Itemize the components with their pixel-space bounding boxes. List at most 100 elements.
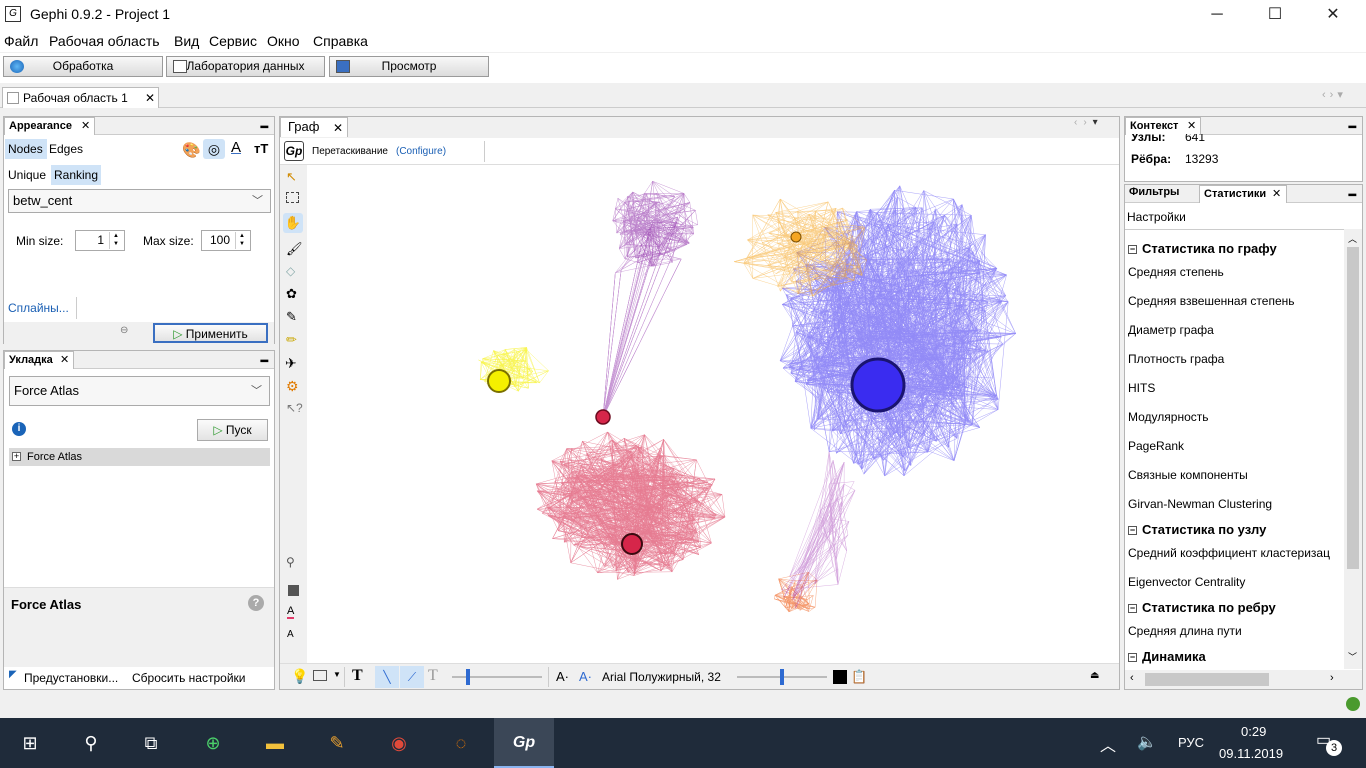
statistics-minimize[interactable]: ━ [1349, 188, 1356, 202]
min-size-spinner[interactable]: 1 ▲ ▼ [75, 230, 125, 251]
overview-mode-button[interactable]: Обработка [3, 56, 163, 77]
chevron-right-icon[interactable]: › [1330, 672, 1334, 684]
link-icon[interactable]: ⊖ [120, 325, 128, 336]
graph-nav-arrows[interactable]: ‹›▾ [1074, 117, 1104, 128]
info-icon[interactable]: i [12, 422, 26, 436]
attribute-select[interactable]: betw_cent ﹀ [8, 189, 271, 213]
graph-tab[interactable]: Граф ✕ [280, 117, 348, 137]
appearance-close[interactable]: ✕ [81, 118, 90, 134]
edge-scale-slider-thumb[interactable] [466, 669, 470, 685]
appearance-minimize[interactable]: ━ [261, 120, 268, 134]
chevron-up-icon[interactable]: ︿ [1100, 732, 1116, 756]
appearance-tab[interactable]: Appearance ✕ [4, 117, 95, 135]
language-indicator[interactable]: РУС [1178, 735, 1204, 750]
stat-pagerank[interactable]: PageRank [1128, 439, 1184, 453]
collapse-icon[interactable]: − [1128, 526, 1137, 535]
data-lab-mode-button[interactable]: Лаборатория данных [166, 56, 325, 77]
context-tab[interactable]: Контекст ✕ [1125, 117, 1201, 135]
menu-window[interactable]: Окно [267, 33, 300, 49]
chrome-icon[interactable]: ◉ [386, 730, 412, 756]
chevron-down-icon[interactable]: ﹀ [1348, 650, 1357, 663]
horizontal-scrollbar[interactable]: ‹ › [1125, 670, 1362, 689]
chevron-up-icon[interactable]: ︿ [1348, 232, 1357, 245]
font-selector[interactable]: Arial Полужирный, 32 [602, 670, 721, 684]
zoom-icon[interactable]: ⚲ [286, 555, 295, 569]
presets-button[interactable]: Предустановки... [24, 671, 118, 685]
drag-hand-icon[interactable]: ✋ [283, 213, 303, 233]
font-size-increase-icon[interactable]: A· [579, 669, 592, 684]
font-size-decrease-icon[interactable]: A· [556, 669, 569, 684]
menu-view[interactable]: Вид [174, 33, 199, 49]
edges-tab[interactable]: Edges [49, 139, 83, 159]
statistics-settings-link[interactable]: Настройки [1127, 210, 1186, 224]
stat-density[interactable]: Плотность графа [1128, 352, 1224, 366]
yellow-node[interactable] [487, 369, 511, 393]
layout-minimize[interactable]: ━ [261, 354, 268, 368]
max-size-spinner[interactable]: 100 ▲ ▼ [201, 230, 251, 251]
statistics-close[interactable]: ✕ [1272, 186, 1281, 202]
horizontal-scrollbar-thumb[interactable] [1145, 673, 1269, 686]
gephi-taskbar-button[interactable]: Gp [494, 718, 554, 768]
statistics-scrollbar[interactable]: ︿ ﹀ [1344, 229, 1362, 669]
edge-color-icon[interactable]: ⟋ [400, 666, 424, 688]
clock-time[interactable]: 0:29 [1241, 724, 1266, 739]
lightbulb-icon[interactable]: 💡 [291, 668, 308, 685]
collapse-icon[interactable]: − [1128, 653, 1137, 662]
menu-workspace[interactable]: Рабочая область [49, 33, 160, 49]
dynamics-section[interactable]: − Динамика [1128, 649, 1206, 664]
layout-tab[interactable]: Укладка ✕ [4, 351, 74, 369]
font-size-slider-thumb[interactable] [780, 669, 784, 685]
maximize-button[interactable]: ☐ [1252, 0, 1298, 30]
graph-stats-section[interactable]: − Статистика по графу [1128, 241, 1277, 256]
collapse-icon[interactable]: − [1128, 604, 1137, 613]
rect-select-icon[interactable] [286, 192, 299, 203]
gear-icon[interactable]: ⚙ [286, 378, 299, 395]
clock-date[interactable]: 09.11.2019 [1219, 746, 1283, 761]
statistics-tab[interactable]: Статистики ✕ [1199, 185, 1287, 203]
reset-settings-button[interactable]: Сбросить настройки [132, 671, 245, 685]
stat-average-degree[interactable]: Средняя степень [1128, 265, 1224, 279]
palette-icon[interactable]: 🎨 [182, 141, 201, 159]
label-color-swatch[interactable] [833, 670, 847, 684]
file-explorer-icon[interactable]: ▬ [262, 730, 288, 756]
color-wheel-icon[interactable]: ✿ [286, 286, 297, 302]
pointer-icon[interactable]: ↖ [286, 169, 297, 185]
edge-stats-section[interactable]: − Статистика по ребру [1128, 600, 1276, 615]
filters-tab[interactable]: Фильтры [1129, 186, 1179, 198]
edge-line-icon[interactable]: ╲ [375, 666, 399, 688]
context-close[interactable]: ✕ [1187, 118, 1196, 134]
node-stats-section[interactable]: − Статистика по узлу [1128, 522, 1266, 537]
windows-start-icon[interactable]: ⊞ [17, 730, 43, 756]
label-font-icon[interactable]: A [287, 629, 294, 640]
red-hub-node[interactable] [595, 409, 611, 425]
workspace-tab[interactable]: Рабочая область 1 ✕ [2, 87, 159, 108]
minimize-button[interactable]: ─ [1194, 0, 1240, 30]
jupyter-icon[interactable]: ◌ [448, 730, 474, 756]
stat-clustering-coefficient[interactable]: Средний коэффициент кластеризац [1128, 546, 1342, 560]
ranking-tab[interactable]: Ranking [51, 165, 101, 185]
unique-tab[interactable]: Unique [5, 165, 46, 185]
task-view-icon[interactable]: ⧉ [138, 730, 164, 756]
collapse-icon[interactable]: − [1128, 245, 1137, 254]
red-node[interactable] [621, 533, 643, 555]
download-app-icon[interactable]: ⊕ [200, 730, 226, 756]
stat-weighted-degree[interactable]: Средняя взвешенная степень [1128, 294, 1295, 308]
apply-button[interactable]: ▷ Применить [153, 323, 268, 343]
background-color-icon[interactable] [288, 585, 299, 596]
search-icon[interactable]: ⚲ [78, 730, 104, 756]
large-blue-node[interactable] [850, 357, 906, 413]
label-color-a-icon[interactable]: A [287, 605, 295, 619]
volume-icon[interactable]: 🔈 [1137, 732, 1157, 752]
stat-connected-components[interactable]: Связные компоненты [1128, 468, 1248, 482]
stat-avg-path-length[interactable]: Средняя длина пути [1128, 624, 1242, 638]
network-graph[interactable] [307, 165, 1119, 663]
close-window-button[interactable]: ✕ [1310, 0, 1356, 30]
label-size-icon[interactable]: тT [254, 141, 268, 156]
gephi-select-icon[interactable]: Gp [284, 141, 304, 161]
spinner-arrows-icon[interactable]: ▲ ▼ [235, 232, 248, 249]
graph-canvas[interactable] [307, 165, 1119, 663]
context-minimize[interactable]: ━ [1349, 120, 1356, 134]
brush-icon[interactable]: 🖌 [286, 241, 303, 257]
layout-close[interactable]: ✕ [60, 352, 69, 368]
airplane-icon[interactable]: ✈ [285, 355, 297, 372]
